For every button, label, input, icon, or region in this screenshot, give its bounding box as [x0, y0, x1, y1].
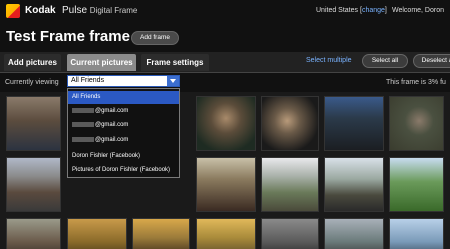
dropdown-option-gmail-1[interactable]: @gmail.com: [68, 105, 179, 118]
dropdown-option-all-friends[interactable]: All Friends: [68, 91, 179, 104]
tab-current-pictures[interactable]: Current pictures: [67, 54, 136, 71]
dropdown-option-gmail-2[interactable]: @gmail.com: [68, 119, 179, 132]
dropdown-selected-value: All Friends: [71, 77, 105, 84]
region-label: United States: [316, 7, 359, 14]
dropdown-option-gmail-3[interactable]: @gmail.com: [68, 134, 179, 147]
product-subtitle: Digital Frame: [89, 6, 138, 15]
dropdown-toggle[interactable]: [167, 76, 179, 86]
photo-thumbnail[interactable]: [6, 157, 61, 212]
photo-thumbnail[interactable]: [6, 218, 61, 249]
photo-thumbnail[interactable]: [196, 218, 256, 249]
product-name: Pulse Digital Frame: [62, 5, 137, 16]
photo-thumbnail[interactable]: [324, 218, 384, 249]
product-label: Pulse: [62, 5, 88, 16]
tab-frame-settings[interactable]: Frame settings: [141, 54, 209, 71]
photo-thumbnail[interactable]: [196, 96, 256, 151]
select-multiple-link[interactable]: Select multiple: [306, 57, 352, 64]
brand-name: Kodak: [25, 5, 56, 16]
viewing-dropdown[interactable]: All Friends: [67, 75, 180, 87]
redacted-name-block: [72, 136, 94, 142]
welcome-text: Welcome, Doron: [392, 7, 445, 14]
page-title: Test Frame frame: [6, 28, 130, 45]
tab-add-pictures[interactable]: Add pictures: [4, 54, 61, 71]
photo-thumbnail[interactable]: [132, 218, 190, 249]
frame-usage-status: This frame is 3% fu: [386, 79, 446, 86]
photo-thumbnail[interactable]: [67, 218, 127, 249]
dropdown-option-facebook[interactable]: Doron Fishler (Facebook): [68, 150, 179, 163]
region-selector: United States [change]: [316, 7, 387, 14]
photo-thumbnail[interactable]: [324, 157, 384, 212]
add-frame-button[interactable]: Add frame: [131, 31, 179, 45]
photo-thumbnail[interactable]: [261, 157, 319, 212]
viewing-dropdown-menu: All Friends @gmail.com @gmail.com @gmail…: [67, 88, 180, 178]
currently-viewing-label: Currently viewing: [5, 79, 59, 86]
photo-thumbnail[interactable]: [261, 96, 319, 151]
chevron-down-icon: [170, 79, 176, 83]
dropdown-option-label: @gmail.com: [95, 137, 129, 143]
redacted-name-block: [72, 107, 94, 113]
photo-thumbnail[interactable]: [324, 96, 384, 151]
select-all-button[interactable]: Select all: [362, 54, 408, 68]
dropdown-option-label: @gmail.com: [95, 108, 129, 114]
photo-thumbnail[interactable]: [389, 218, 444, 249]
change-region-link[interactable]: change: [362, 7, 385, 14]
photo-thumbnail[interactable]: [196, 157, 256, 212]
photo-thumbnail[interactable]: [6, 96, 61, 151]
photo-thumbnail[interactable]: [261, 218, 319, 249]
redacted-name-block: [72, 121, 94, 127]
kodak-logo-icon: [6, 4, 20, 18]
photo-thumbnail[interactable]: [389, 157, 444, 212]
dropdown-option-facebook-pictures[interactable]: Pictures of Doron Fishler (Facebook): [68, 164, 179, 177]
deselect-all-button[interactable]: Deselect a: [413, 54, 450, 68]
photo-thumbnail[interactable]: [389, 96, 444, 151]
dropdown-option-label: @gmail.com: [95, 122, 129, 128]
